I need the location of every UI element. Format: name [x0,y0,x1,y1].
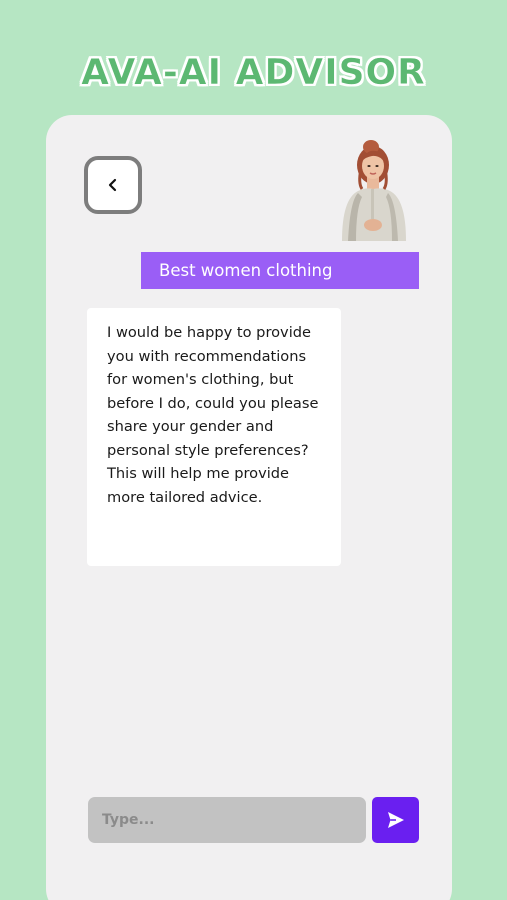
send-button[interactable] [372,797,419,843]
advisor-message-bubble: I would be happy to provide you with rec… [87,308,341,566]
message-input[interactable] [88,797,366,843]
chevron-left-icon [106,178,120,192]
back-button[interactable] [84,156,142,214]
chat-panel: Best women clothing I would be happy to … [46,115,452,900]
user-message-bubble: Best women clothing [141,252,419,289]
advisor-avatar [336,139,412,241]
app-title: AVA-AI ADVISOR [81,52,426,94]
send-icon [386,810,406,830]
